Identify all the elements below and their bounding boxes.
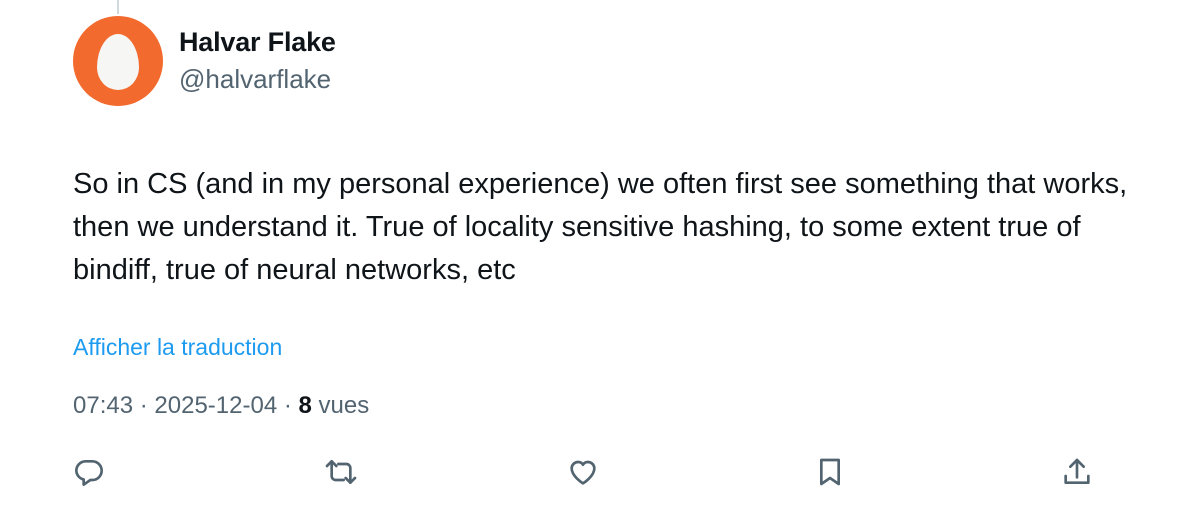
share-icon — [1064, 458, 1090, 484]
tweet-time[interactable]: 07:43 — [73, 392, 133, 419]
retweet-icon — [325, 460, 357, 484]
bookmark-button[interactable] — [812, 454, 848, 490]
retweet-button[interactable] — [323, 454, 359, 490]
show-translation-link[interactable]: Afficher la traduction — [73, 334, 282, 361]
heart-icon — [570, 460, 596, 485]
avatar[interactable] — [73, 16, 163, 106]
tweet-date[interactable]: 2025-12-04 — [154, 392, 277, 419]
author-handle[interactable]: @halvarflake — [179, 64, 331, 95]
action-bar — [0, 454, 1200, 490]
egg-avatar-icon — [97, 34, 139, 90]
share-button[interactable] — [1059, 454, 1095, 490]
reply-button[interactable] — [71, 454, 107, 490]
reply-icon — [75, 460, 103, 486]
tweet-meta: 07:43 · 2025-12-04 · 8 vues — [73, 392, 369, 420]
bookmark-icon — [820, 458, 840, 486]
views-label: vues — [318, 392, 370, 419]
author-display-name[interactable]: Halvar Flake — [179, 27, 336, 58]
tweet-text: So in CS (and in my personal experience)… — [73, 168, 1128, 286]
meta-separator: · — [283, 392, 292, 419]
thread-connector-line — [117, 0, 119, 14]
like-button[interactable] — [565, 454, 601, 490]
views-count: 8 — [298, 392, 312, 419]
meta-separator: · — [139, 392, 148, 419]
